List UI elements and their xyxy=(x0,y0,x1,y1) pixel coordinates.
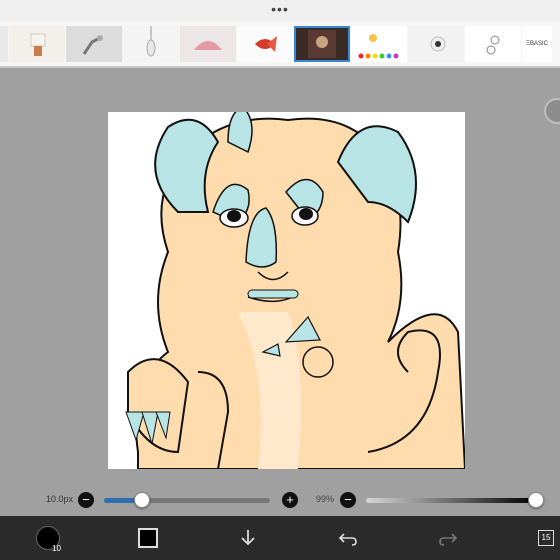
thumbnail-table-lamp[interactable] xyxy=(9,26,65,62)
redo-icon xyxy=(439,533,458,546)
thumbnail-sketch[interactable] xyxy=(465,26,521,62)
thumbnail-robot-arm[interactable] xyxy=(66,26,122,62)
opacity-decrease-button[interactable]: − xyxy=(340,492,356,508)
drawing-canvas[interactable] xyxy=(108,112,465,469)
thumbnail-pendant-light[interactable] xyxy=(123,26,179,62)
thumbnail-pink-shade[interactable] xyxy=(180,26,236,62)
opacity-slider-thumb[interactable] xyxy=(528,492,544,508)
thumbnail-lamp[interactable] xyxy=(0,26,8,62)
layers-button[interactable]: 15 xyxy=(530,522,560,554)
layer-count-icon: 15 xyxy=(538,530,554,546)
undo-button[interactable] xyxy=(332,522,364,554)
color-picker-button[interactable] xyxy=(132,522,164,554)
brush-size-slider[interactable] xyxy=(104,498,270,503)
creature-drawing xyxy=(125,112,465,469)
thumbnail-bulb[interactable] xyxy=(408,26,464,62)
brush-tool-button[interactable]: 10 xyxy=(32,522,64,554)
thumbnail-text-logo[interactable]: ΞBASIC xyxy=(522,26,552,62)
brush-settings-row: 10.0px − + 99% − xyxy=(0,484,560,516)
brush-size-badge: 10 xyxy=(52,544,61,553)
undo-icon xyxy=(338,533,357,546)
brush-size-decrease-button[interactable]: − xyxy=(78,492,94,508)
thumbnail-red-fish[interactable] xyxy=(237,26,293,62)
download-button[interactable] xyxy=(232,522,264,554)
thumbnail-palette[interactable] xyxy=(351,26,407,62)
side-panel-toggle-icon[interactable] xyxy=(544,98,560,124)
opacity-label: 99% xyxy=(316,494,335,504)
brush-preview-icon: 10 xyxy=(36,526,61,553)
canvas-workspace[interactable] xyxy=(0,70,560,484)
top-bar: ••• xyxy=(0,0,560,22)
redo-button[interactable] xyxy=(432,522,464,554)
thumbnail-logo-text: ΞBASIC xyxy=(526,41,548,47)
arrow-down-icon xyxy=(241,530,255,546)
more-menu-icon[interactable]: ••• xyxy=(0,2,560,16)
brush-size-increase-button[interactable]: + xyxy=(282,492,298,508)
current-color-swatch xyxy=(138,528,158,548)
thumbnail-canvas-drawing[interactable] xyxy=(294,26,350,62)
brush-size-label: 10.0px xyxy=(46,494,74,504)
opacity-slider[interactable] xyxy=(366,498,536,503)
bottom-toolbar: 10 15 xyxy=(0,516,560,560)
brush-size-slider-thumb[interactable] xyxy=(134,492,150,508)
thumbnail-strip: ΞBASIC xyxy=(0,22,560,68)
